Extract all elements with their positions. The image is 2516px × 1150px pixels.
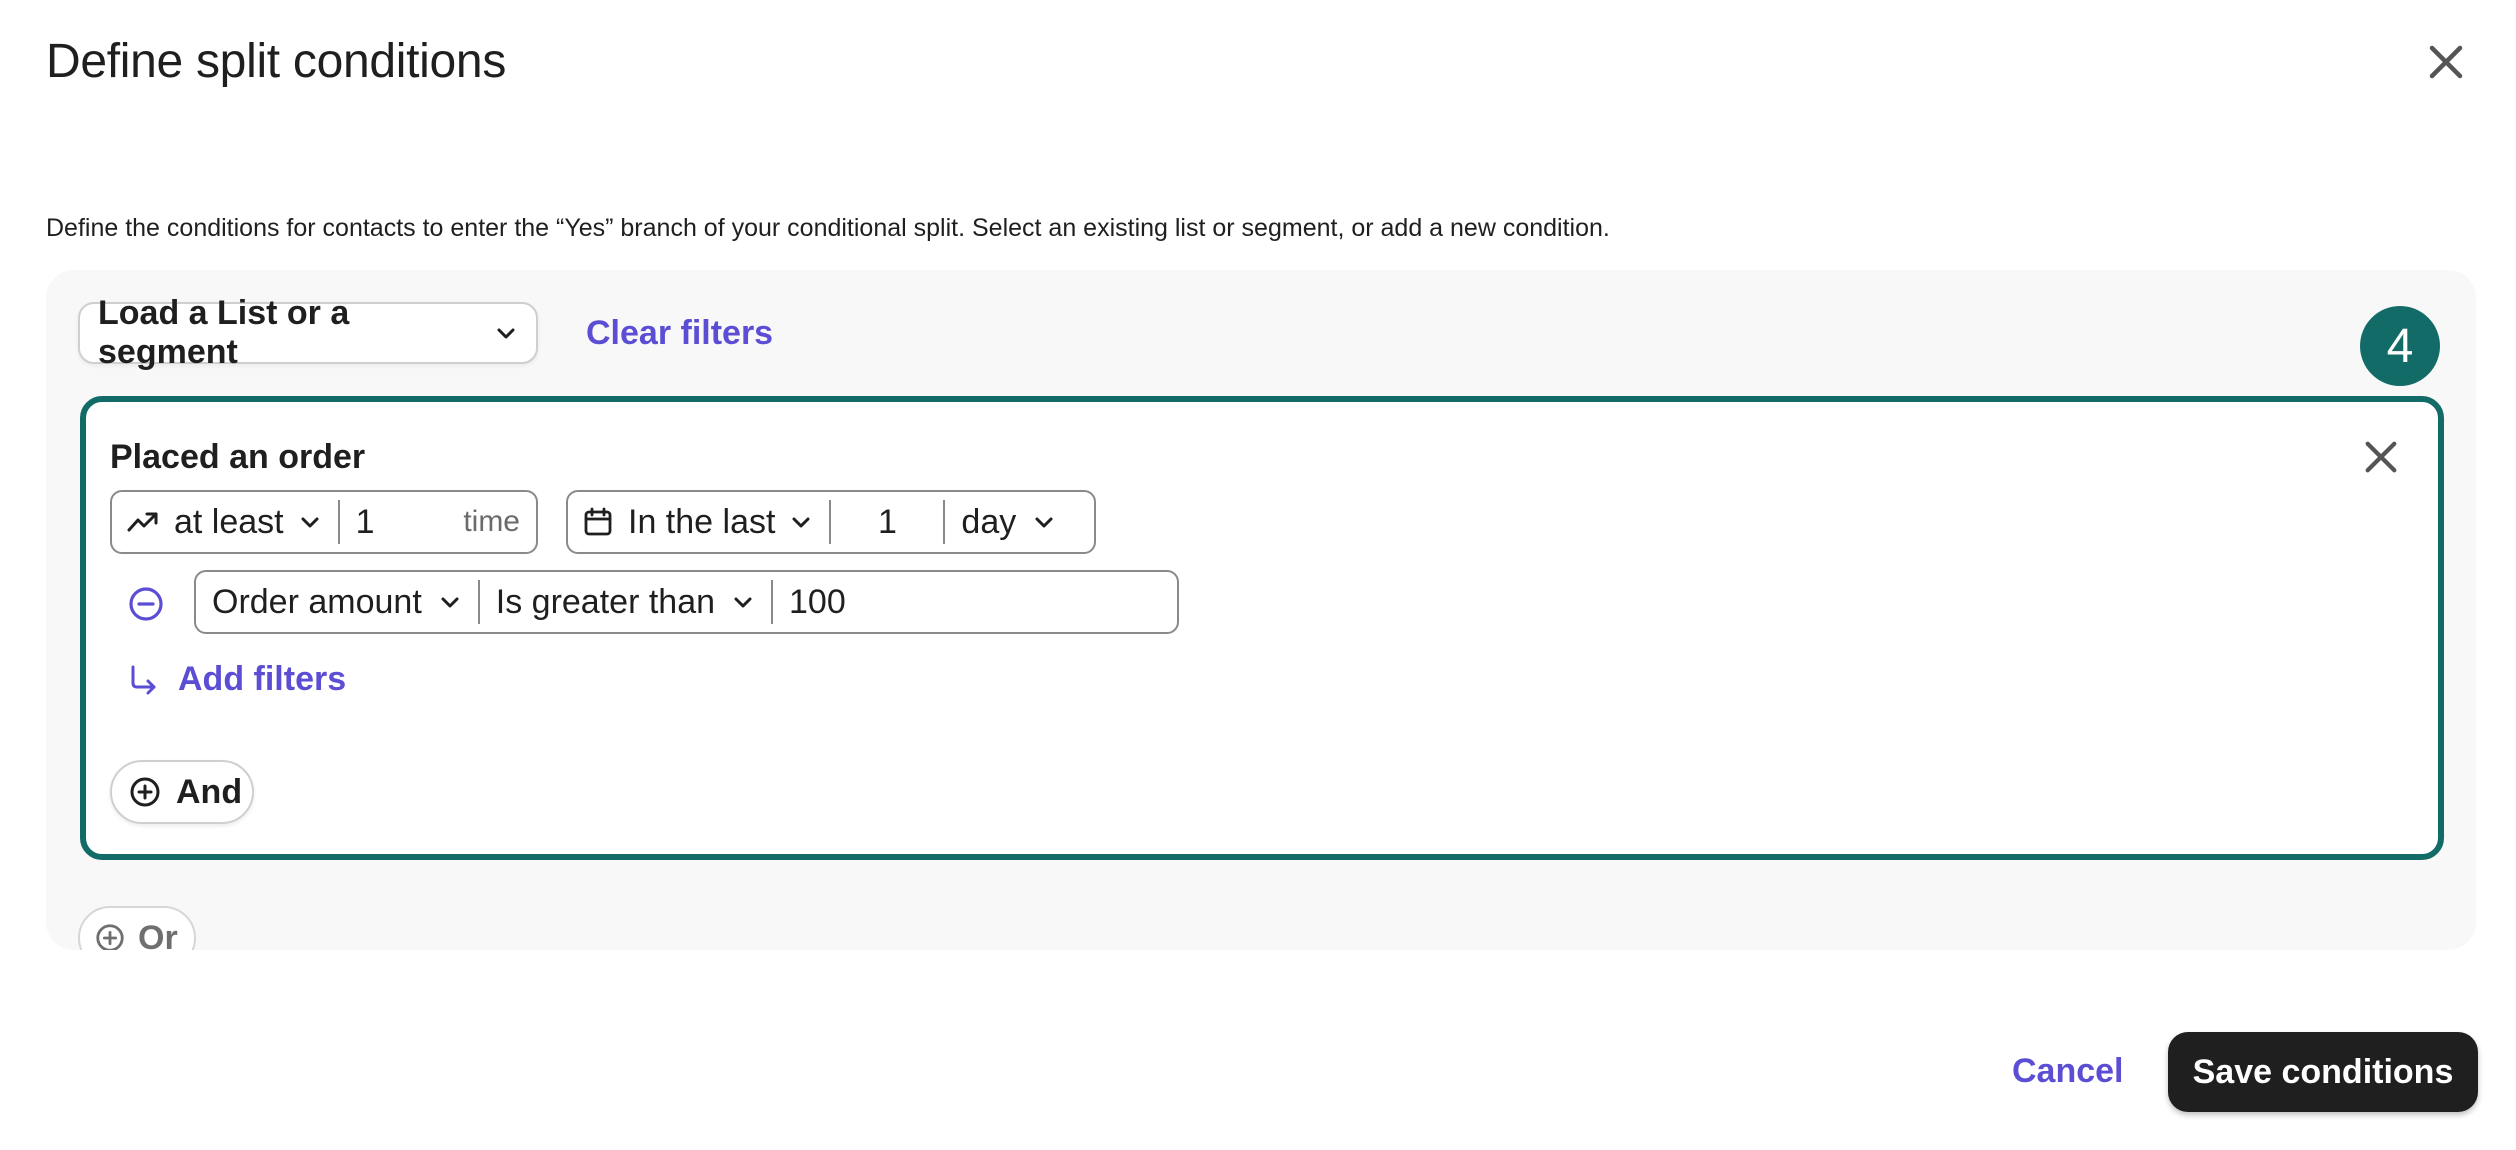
frequency-value: 1 (355, 502, 375, 541)
or-label: Or (138, 918, 178, 951)
timeframe-unit-dropdown[interactable]: day (945, 492, 1072, 552)
timeframe-value: 1 (877, 502, 897, 541)
filter-operator-label: Is greater than (495, 582, 716, 621)
frequency-operator-label: at least (174, 502, 284, 541)
clear-filters-link[interactable]: Clear filters (586, 314, 773, 353)
remove-condition-button[interactable] (2356, 432, 2406, 482)
plus-circle-icon (94, 922, 126, 950)
close-dialog-button[interactable] (2420, 36, 2472, 88)
close-icon (2365, 441, 2397, 473)
step-badge: 4 (2360, 306, 2440, 386)
filter-value: 100 (789, 582, 846, 621)
chevron-down-icon (789, 510, 813, 534)
cancel-button[interactable]: Cancel (2012, 1052, 2124, 1091)
conditions-panel: Load a List or a segment Clear filters 4… (46, 270, 2476, 950)
calendar-icon (582, 506, 614, 538)
or-button[interactable]: Or (78, 906, 196, 950)
load-list-segment-label: Load a List or a segment (98, 294, 350, 371)
load-list-segment-dropdown[interactable]: Load a List or a segment (78, 294, 538, 371)
frequency-value-input[interactable]: 1 time (340, 492, 536, 552)
chevron-down-icon (438, 590, 462, 614)
timeframe-unit-label: day (961, 502, 1017, 541)
add-filters-button[interactable]: Add filters (126, 660, 346, 699)
chevron-down-icon (494, 321, 518, 345)
filter-value-input[interactable]: 100 (773, 572, 1177, 632)
trending-up-icon (126, 505, 160, 539)
frequency-group: at least 1 time (110, 490, 538, 554)
add-filters-label: Add filters (178, 660, 347, 698)
chevron-down-icon (731, 590, 755, 614)
dialog-title: Define split conditions (46, 35, 507, 88)
frequency-unit: time (463, 505, 520, 538)
remove-filter-button[interactable] (126, 584, 166, 624)
dialog-description: Define the conditions for contacts to en… (46, 214, 1610, 242)
condition-title: Placed an order (110, 438, 366, 476)
filter-group: Order amount Is greater than 100 (194, 570, 1179, 634)
timeframe-operator-label: In the last (628, 502, 776, 541)
filter-property-dropdown[interactable]: Order amount (196, 572, 478, 632)
chevron-down-icon (1032, 510, 1056, 534)
and-button[interactable]: And (110, 760, 254, 824)
timeframe-operator-dropdown[interactable]: In the last (568, 492, 829, 552)
save-conditions-button[interactable]: Save conditions (2168, 1032, 2478, 1112)
chevron-down-icon (298, 510, 322, 534)
condition-card: Placed an order at least 1 time In the l… (80, 396, 2444, 860)
arrow-turn-down-right-icon (126, 663, 160, 697)
plus-circle-icon (128, 775, 162, 809)
filter-operator-dropdown[interactable]: Is greater than (480, 572, 771, 632)
filter-property-label: Order amount (212, 582, 422, 621)
frequency-operator-dropdown[interactable]: at least (112, 492, 338, 552)
close-icon (2429, 45, 2463, 79)
timeframe-group: In the last 1 day (566, 490, 1096, 554)
timeframe-value-input[interactable]: 1 (831, 492, 943, 552)
and-label: And (176, 772, 243, 811)
minus-circle-icon (129, 587, 163, 621)
